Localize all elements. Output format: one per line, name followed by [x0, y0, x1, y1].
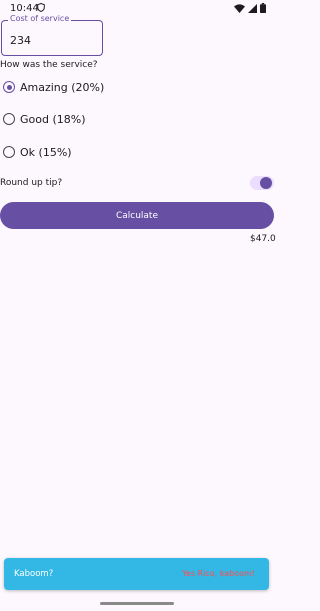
- round-up-label: Round up tip?: [0, 178, 63, 188]
- tip-option-label: Good (18%): [20, 112, 86, 126]
- snackbar-message: Kaboom?: [14, 569, 54, 579]
- wifi-icon: [234, 3, 245, 13]
- tip-amount: $47.0: [250, 234, 276, 244]
- switch-thumb[interactable]: [260, 177, 272, 189]
- tip-option-good[interactable]: Good (18%): [3, 109, 86, 129]
- service-question: How was the service?: [0, 60, 98, 70]
- radio-unselected-icon[interactable]: [3, 113, 15, 125]
- tip-option-ok[interactable]: Ok (15%): [3, 142, 72, 162]
- gesture-nav-handle[interactable]: [100, 602, 174, 605]
- tip-option-amazing[interactable]: Amazing (20%): [3, 77, 104, 97]
- radio-selected-icon[interactable]: [3, 81, 15, 93]
- battery-icon: [260, 3, 266, 13]
- cost-of-service-field[interactable]: Cost of service 234: [1, 14, 103, 56]
- snackbar: Kaboom? Yes Rico, kaboom!: [4, 558, 269, 590]
- round-up-switch[interactable]: [250, 176, 274, 190]
- radio-unselected-icon[interactable]: [3, 146, 15, 158]
- signal-icon: [248, 3, 257, 13]
- cost-of-service-label: Cost of service: [8, 14, 72, 23]
- cost-of-service-value[interactable]: 234: [10, 34, 31, 47]
- shield-icon: [37, 3, 45, 12]
- calculate-button[interactable]: Calculate: [0, 202, 274, 229]
- snackbar-action-button[interactable]: Yes Rico, kaboom!: [182, 569, 255, 578]
- tip-option-label: Ok (15%): [20, 145, 72, 159]
- status-icons: [234, 3, 266, 13]
- status-time: 10:44: [10, 3, 39, 14]
- tip-option-label: Amazing (20%): [20, 80, 105, 94]
